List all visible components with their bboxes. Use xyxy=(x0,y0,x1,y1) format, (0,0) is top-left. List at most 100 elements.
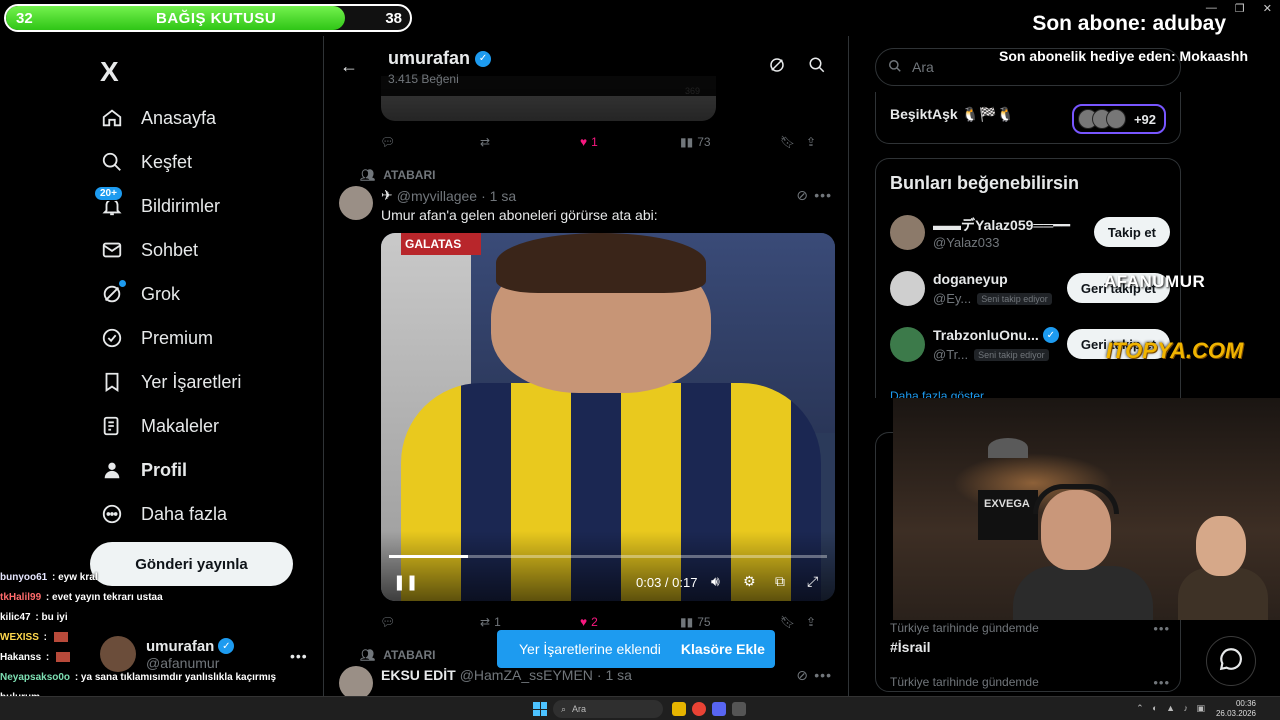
plane-icon: ✈ xyxy=(381,187,393,203)
tweet-handle[interactable]: @myvillagee xyxy=(397,188,477,204)
messages-fab[interactable] xyxy=(1206,636,1256,686)
nav-profile-label: Profil xyxy=(141,459,188,480)
restore-icon[interactable]: ❐ xyxy=(1235,2,1245,15)
tweet-handle[interactable]: @HamZA_ssEYMEN xyxy=(460,667,593,683)
chat-bubble-icon xyxy=(1218,646,1244,677)
chat-text: : xyxy=(43,652,53,663)
share-icon[interactable]: ⇪ xyxy=(806,615,816,629)
avatar[interactable] xyxy=(339,186,373,220)
nav-more[interactable]: Daha fazla xyxy=(100,492,241,536)
video-progress-bar[interactable] xyxy=(389,555,827,558)
like-button[interactable]: ♥ 1 xyxy=(580,135,680,149)
suggestion-handle-row: @Ey... Seni takip ediyor xyxy=(933,291,1052,306)
tweet-author[interactable]: EKSU EDİT xyxy=(381,667,456,683)
windows-start-icon[interactable] xyxy=(533,702,547,716)
trend-category: Türkiye tarihinde gündemde xyxy=(890,621,1039,635)
follow-button[interactable]: Takip et xyxy=(1093,217,1170,247)
show-more-link[interactable]: Daha fazla göster xyxy=(890,389,984,398)
trend-category: Türkiye tarihinde gündemde xyxy=(890,675,1039,689)
minimize-icon[interactable]: — xyxy=(1206,2,1217,15)
last-subscriber: Son abone: adubay xyxy=(1032,12,1226,35)
more-icon[interactable]: ••• xyxy=(814,667,832,683)
close-icon[interactable]: ✕ xyxy=(1263,2,1272,15)
suggestion-handle: @Yalaz033 xyxy=(933,235,1000,250)
bookmark-icon[interactable]: 🔖︎ xyxy=(780,135,806,149)
more-icon[interactable]: ••• xyxy=(814,187,832,203)
search-placeholder: Ara xyxy=(912,59,934,75)
tweet-header: ✈ @myvillagee · 1 sa xyxy=(381,187,516,204)
volume-icon[interactable]: 🔊︎ xyxy=(711,573,720,590)
taskbar-clock[interactable]: 00:36 26.03.2026 xyxy=(1216,699,1256,719)
views-button[interactable]: ▮▮ 73 xyxy=(680,135,780,149)
lamp xyxy=(988,438,1028,458)
avatar[interactable] xyxy=(339,666,373,700)
nav-messages[interactable]: Sohbet xyxy=(100,228,241,272)
follow-suggestion[interactable]: ▬▬デYalaz059══━━ @Yalaz033 Takip et xyxy=(890,215,1170,255)
search-icon: ⌕ xyxy=(561,703,567,714)
taskbar-search[interactable]: ⌕ Ara xyxy=(553,700,663,718)
trend-item[interactable]: Türkiye tarihinde gündemde #İsrail ••• xyxy=(890,621,1170,655)
nav-home-label: Anasayfa xyxy=(141,107,217,128)
grok-icon[interactable]: ⊘ xyxy=(796,187,808,204)
file-explorer-icon[interactable] xyxy=(672,702,686,716)
bookmark-icon xyxy=(100,370,124,394)
nav-grok-label: Grok xyxy=(141,283,181,304)
video-progress-fill xyxy=(389,555,468,558)
discord-icon[interactable] xyxy=(712,702,726,716)
nav-explore[interactable]: Keşfet xyxy=(100,140,241,184)
retweet-button[interactable]: ⇄ 1 xyxy=(480,615,580,629)
reply-button[interactable]: 💬︎ xyxy=(380,135,480,149)
settings-gear-icon[interactable]: ⚙ xyxy=(743,573,756,590)
fullscreen-icon[interactable]: ⤢ xyxy=(807,573,818,590)
pip-icon[interactable]: ⧉ xyxy=(775,573,785,590)
app-icon[interactable] xyxy=(732,702,746,716)
back-arrow-icon[interactable]: ← xyxy=(340,56,358,77)
video-player[interactable]: GALATAS ❚❚ 0:03 / 0:17 🔊︎ ⚙ ⧉ ⤢ xyxy=(381,233,835,601)
nav-notifications[interactable]: 20+ Bildirimler xyxy=(94,184,241,228)
chat-line: bunyoo61 : eyw kral xyxy=(0,568,300,588)
x-logo[interactable]: X xyxy=(100,56,119,88)
bell-icon: 20+ xyxy=(94,186,124,218)
retweet-button[interactable]: ⇄ xyxy=(480,135,580,149)
donation-current: 32 xyxy=(16,10,33,27)
chat-text: : bu iyi xyxy=(32,612,68,623)
views-button[interactable]: ▮▮ 75 xyxy=(680,615,780,629)
webcam-monitor-text: EXVEGA xyxy=(978,490,1038,540)
system-tray-icons[interactable]: ⌃ ◐ ▲ ♪ ▣ xyxy=(1136,703,1208,714)
chrome-icon[interactable] xyxy=(692,702,706,716)
more-icon[interactable]: ••• xyxy=(1153,675,1170,690)
avatar xyxy=(890,327,925,362)
tweet-text: Umur afan'a gelen aboneleri görürse ata … xyxy=(381,207,658,223)
reply-button[interactable]: 💬︎ xyxy=(380,615,480,629)
nav-premium[interactable]: Premium xyxy=(100,316,241,360)
chat-user: bunyoo61 xyxy=(0,572,48,583)
chat-user: kilic47 xyxy=(0,612,31,623)
nav-articles[interactable]: Makaleler xyxy=(100,404,241,448)
nav-bookmarks[interactable]: Yer İşaretleri xyxy=(100,360,241,404)
bookmark-icon[interactable]: 🔖︎ xyxy=(780,615,806,629)
trend-item[interactable]: Türkiye tarihinde gündemde ••• xyxy=(890,675,1170,691)
nav-more-label: Daha fazla xyxy=(141,503,228,524)
share-icon[interactable]: ⇪ xyxy=(806,135,816,149)
pause-icon[interactable]: ❚❚ xyxy=(393,573,418,591)
avatar xyxy=(890,271,925,306)
search-icon[interactable] xyxy=(808,56,826,79)
grok-icon[interactable]: ⊘ xyxy=(796,667,808,684)
like-button[interactable]: ♥ 2 xyxy=(580,615,680,629)
follows-you-badge: Seni takip ediyor xyxy=(974,348,1049,361)
tweet-time: · 1 sa xyxy=(481,187,517,204)
emote-icon xyxy=(56,652,71,663)
more-icon[interactable]: ••• xyxy=(1153,621,1170,636)
nav-bookmarks-label: Yer İşaretleri xyxy=(141,371,242,392)
community-members[interactable]: +92 xyxy=(1072,104,1166,134)
nav-premium-label: Premium xyxy=(141,327,214,348)
nav-grok[interactable]: Grok xyxy=(100,272,241,316)
grok-icon[interactable] xyxy=(768,56,786,79)
chat-text: : xyxy=(40,632,50,643)
nav-home[interactable]: Anasayfa xyxy=(100,96,241,140)
chat-user: tkHalil99 xyxy=(0,592,42,603)
nav-profile[interactable]: Profil xyxy=(100,448,241,492)
community-card[interactable]: BeşiktAşk 🐧🏁🐧 +92 xyxy=(875,92,1181,144)
video-banner-text: GALATAS xyxy=(401,233,481,255)
add-to-folder-button[interactable]: Klasöre Ekle xyxy=(681,641,765,657)
